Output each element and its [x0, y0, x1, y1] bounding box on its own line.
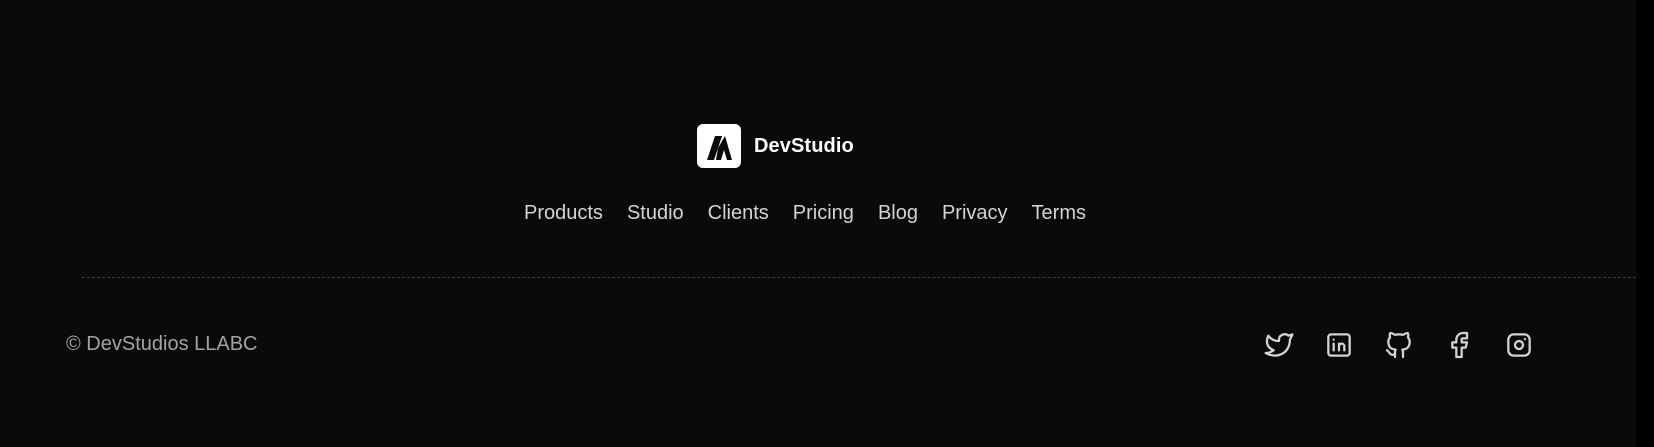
devstudio-logo-icon: [697, 124, 741, 168]
linkedin-icon[interactable]: [1322, 328, 1356, 362]
brand-name: DevStudio: [754, 134, 854, 157]
nav-link-products[interactable]: Products: [524, 198, 603, 228]
nav-link-terms[interactable]: Terms: [1032, 198, 1086, 228]
scrollbar-track[interactable]: [1636, 0, 1654, 447]
social-links: [1262, 328, 1536, 362]
nav-link-blog[interactable]: Blog: [878, 198, 918, 228]
nav-link-pricing[interactable]: Pricing: [793, 198, 854, 228]
facebook-icon[interactable]: [1442, 328, 1476, 362]
brand[interactable]: DevStudio: [697, 124, 854, 168]
footer-nav: Products Studio Clients Pricing Blog Pri…: [0, 198, 1610, 228]
twitter-icon[interactable]: [1262, 328, 1296, 362]
nav-link-clients[interactable]: Clients: [708, 198, 769, 228]
instagram-icon[interactable]: [1502, 328, 1536, 362]
footer-divider: [82, 277, 1636, 278]
nav-link-studio[interactable]: Studio: [627, 198, 684, 228]
copyright-text: © DevStudios LLABC: [66, 333, 258, 355]
footer: DevStudio Products Studio Clients Pricin…: [0, 0, 1636, 447]
nav-link-privacy[interactable]: Privacy: [942, 198, 1008, 228]
github-icon[interactable]: [1382, 328, 1416, 362]
